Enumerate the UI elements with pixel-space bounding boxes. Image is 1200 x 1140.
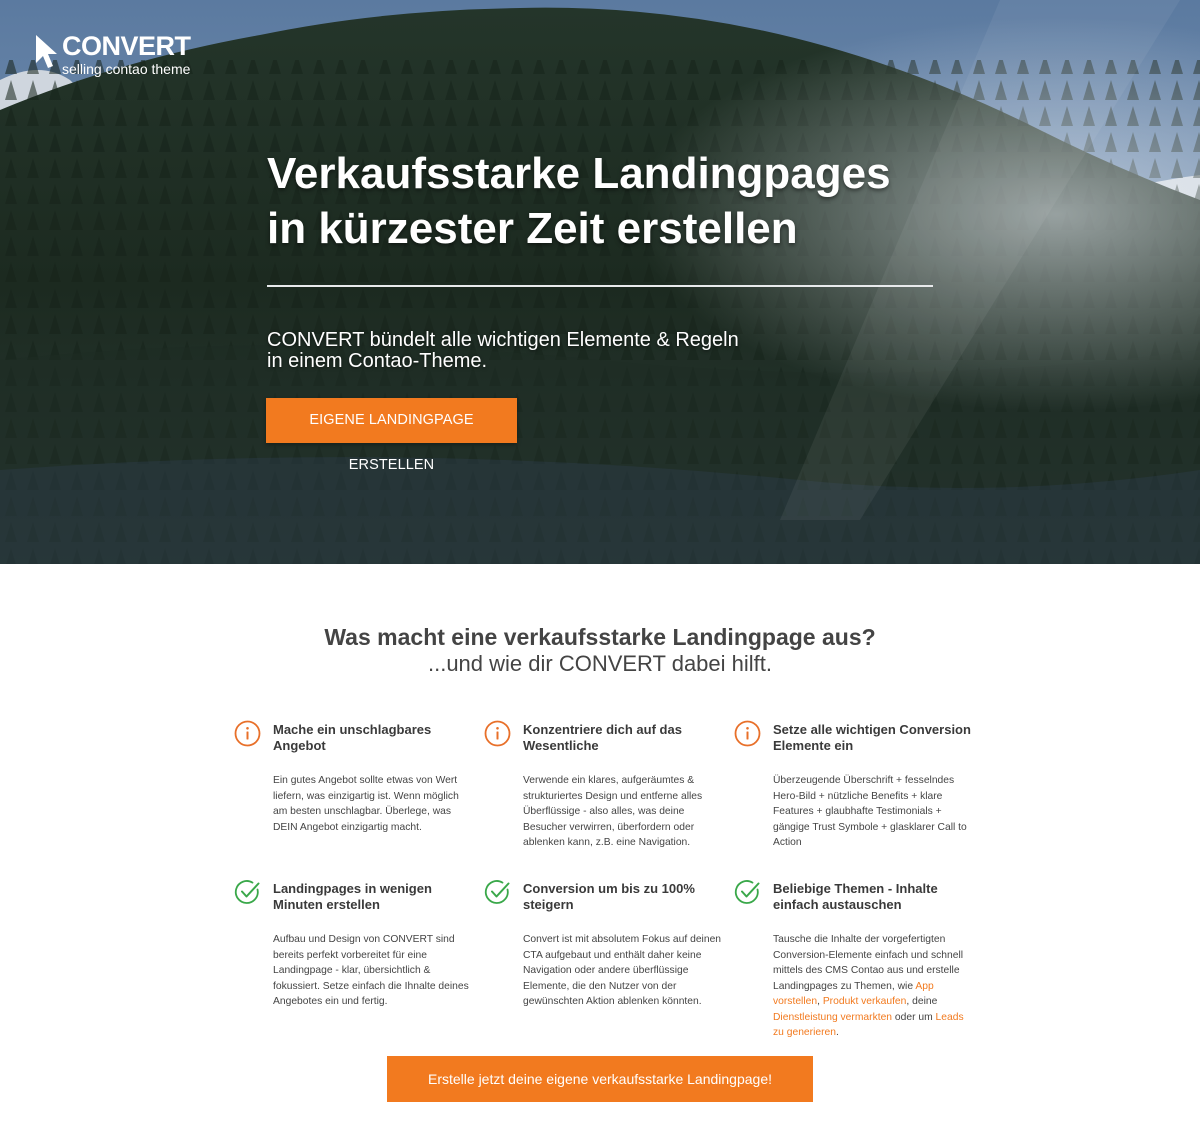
check-circle-icon <box>734 880 760 904</box>
cta-button[interactable]: Erstelle jetzt deine eigene verkaufsstar… <box>387 1056 813 1102</box>
check-circle-icon <box>484 880 510 904</box>
feature-title: Mache ein unschlagbares Angebot <box>273 722 432 753</box>
feature-text: Überzeugende Überschrift + fesselndes He… <box>773 775 967 848</box>
brand-name: CONVERT <box>62 31 191 61</box>
section-title: Was macht eine verkaufsstarke Landingpag… <box>324 624 876 650</box>
info-icon <box>234 720 261 747</box>
hero-subtitle: CONVERT bündelt alle wichtigen Elemente … <box>267 330 787 372</box>
hero-section: CONVERT selling contao theme Verkaufssta… <box>0 0 1200 564</box>
info-icon <box>484 720 511 747</box>
feature-text-intro: Tausche die Inhalte der vorgefertigten C… <box>773 934 964 992</box>
section-subtitle: ...und wie dir CONVERT dabei hilft. <box>427 651 772 676</box>
create-landingpage-button[interactable]: EIGENE LANDINGPAGE ERSTELLEN <box>266 398 517 473</box>
text-separator: oder um <box>892 1011 936 1023</box>
feature-title: Conversion um bis zu 100% steigern <box>523 881 695 912</box>
feature-text: Tausche die Inhalte der vorgefertigten C… <box>773 932 973 1041</box>
cursor-arrow-icon <box>36 35 57 68</box>
feature-text: Aufbau und Design von CONVERT sind berei… <box>273 934 469 1007</box>
hero-title: Verkaufsstarke Landingpages in kürzester… <box>267 146 967 256</box>
hero-subtitle-line-1: CONVERT bündelt alle wichtigen Elemente … <box>267 329 739 351</box>
brand-tagline: selling contao theme <box>62 61 191 77</box>
produkt-verkaufen-link[interactable]: Produkt verkaufen <box>823 996 907 1007</box>
feature-title: Konzentriere dich auf das Wesentliche <box>523 722 682 753</box>
hero-title-line-2: in kürzester Zeit erstellen <box>267 204 798 253</box>
forest-background-image <box>0 0 1200 564</box>
text-separator: . <box>835 1027 839 1038</box>
hero-subtitle-line-2: in einem Contao-Theme. <box>267 350 488 372</box>
feature-title: Setze alle wichtigen Conversion Elemente… <box>773 722 971 753</box>
feature-text: Verwende ein klares, aufgeräumtes & stru… <box>523 775 703 848</box>
info-icon <box>734 720 761 747</box>
feature-text: Ein gutes Angebot sollte etwas von Wert … <box>273 775 459 833</box>
text-separator: , deine <box>906 996 938 1007</box>
brand-logo: CONVERT selling contao theme <box>34 33 191 77</box>
hero-title-line-1: Verkaufsstarke Landingpages <box>267 149 891 198</box>
check-circle-icon <box>234 880 260 904</box>
feature-text: Convert ist mit absolutem Fokus auf dein… <box>523 934 722 1007</box>
dienstleistung-vermarkten-link[interactable]: Dienstleistung vermarkten <box>773 1012 892 1023</box>
hero-divider <box>267 285 933 287</box>
feature-title: Landingpages in wenigen Minuten erstelle… <box>273 881 432 912</box>
feature-title: Beliebige Themen - Inhalte einfach austa… <box>773 881 938 912</box>
